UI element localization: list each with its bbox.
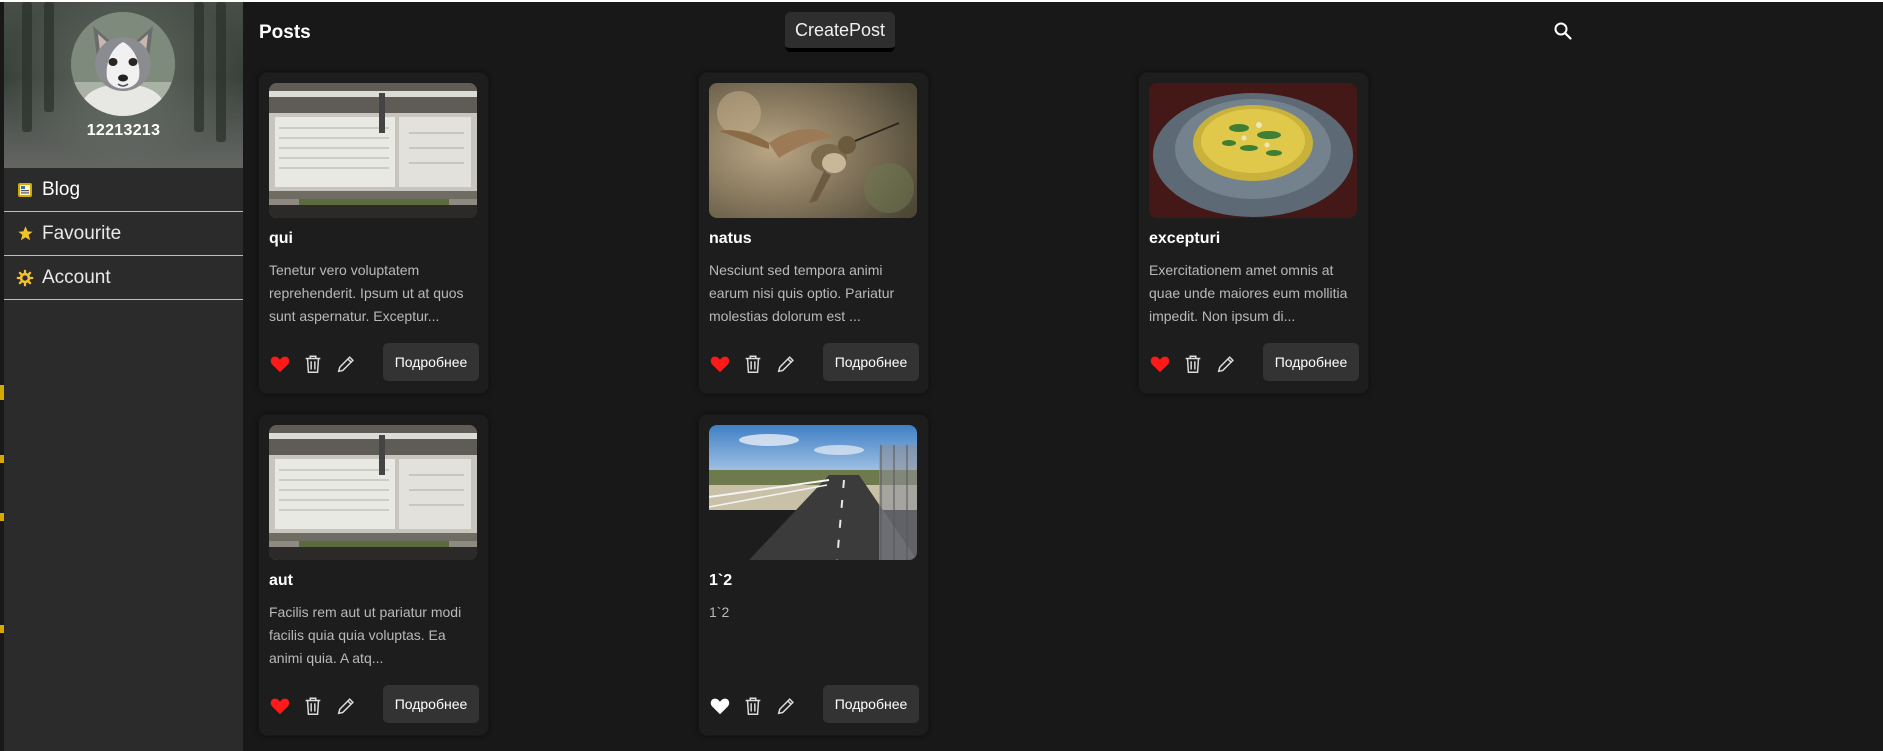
details-button[interactable]: Подробнее <box>823 343 919 381</box>
post-body: 1`2 <box>709 604 730 620</box>
post-card: qui Tenetur vero voluptatem reprehenderi… <box>259 73 488 393</box>
gear-icon <box>16 269 34 287</box>
search-icon[interactable] <box>1553 21 1573 41</box>
pencil-icon[interactable] <box>775 695 797 717</box>
post-title: excepturi <box>1149 230 1221 247</box>
post-image[interactable] <box>709 83 917 218</box>
top-border <box>0 0 1883 2</box>
heart-icon[interactable] <box>269 353 291 375</box>
post-body: Tenetur vero voluptatem reprehenderit. I… <box>269 262 464 324</box>
post-body: Nesciunt sed tempora animi earum nisi qu… <box>709 262 895 324</box>
heart-icon[interactable] <box>269 695 291 717</box>
details-button[interactable]: Подробнее <box>823 685 919 723</box>
post-body: Facilis rem aut ut pariatur modi facilis… <box>269 604 462 666</box>
heart-icon[interactable] <box>1149 353 1171 375</box>
details-button[interactable]: Подробнее <box>383 343 479 381</box>
blog-icon <box>16 181 34 199</box>
post-image[interactable] <box>269 83 477 218</box>
trash-icon[interactable] <box>742 695 764 717</box>
sidebar: 12213213 Blog Favourite Account <box>4 2 243 751</box>
sidebar-item-favourite[interactable]: Favourite <box>4 212 243 256</box>
trash-icon[interactable] <box>302 695 324 717</box>
star-icon <box>16 225 34 243</box>
profile-header: 12213213 <box>4 2 243 168</box>
pencil-icon[interactable] <box>335 353 357 375</box>
post-card: excepturi Exercitationem amet omnis at q… <box>1139 73 1368 393</box>
heart-icon[interactable] <box>709 695 731 717</box>
sidebar-item-label: Account <box>42 266 111 288</box>
post-title: aut <box>269 572 293 589</box>
post-actions: Подробнее <box>709 343 919 381</box>
post-image[interactable] <box>269 425 477 560</box>
avatar[interactable] <box>71 12 175 116</box>
post-actions: Подробнее <box>269 685 479 723</box>
post-actions: Подробнее <box>709 685 919 723</box>
post-title: qui <box>269 230 293 247</box>
trash-icon[interactable] <box>742 353 764 375</box>
username: 12213213 <box>86 122 161 139</box>
pencil-icon[interactable] <box>1215 353 1237 375</box>
post-body: Exercitationem amet omnis at quae unde m… <box>1149 262 1348 324</box>
sidebar-item-label: Blog <box>42 178 81 200</box>
post-actions: Подробнее <box>1149 343 1359 381</box>
post-title: 1`2 <box>709 572 733 589</box>
pencil-icon[interactable] <box>335 695 357 717</box>
trash-icon[interactable] <box>302 353 324 375</box>
sidebar-item-label: Favourite <box>42 222 122 244</box>
details-button[interactable]: Подробнее <box>383 685 479 723</box>
pencil-icon[interactable] <box>775 353 797 375</box>
post-image[interactable] <box>1149 83 1357 218</box>
post-card: aut Facilis rem aut ut pariatur modi fac… <box>259 415 488 735</box>
page-title: Posts <box>259 22 311 43</box>
create-post-button[interactable]: CreatePost <box>785 12 895 52</box>
trash-icon[interactable] <box>1182 353 1204 375</box>
post-actions: Подробнее <box>269 343 479 381</box>
heart-icon[interactable] <box>709 353 731 375</box>
details-button[interactable]: Подробнее <box>1263 343 1359 381</box>
post-image[interactable] <box>709 425 917 560</box>
post-card: 1`2 1`2 Подробнее <box>699 415 928 735</box>
sidebar-item-blog[interactable]: Blog <box>4 168 243 212</box>
post-card: natus Nesciunt sed tempora animi earum n… <box>699 73 928 393</box>
post-title: natus <box>709 230 752 247</box>
sidebar-item-account[interactable]: Account <box>4 256 243 300</box>
